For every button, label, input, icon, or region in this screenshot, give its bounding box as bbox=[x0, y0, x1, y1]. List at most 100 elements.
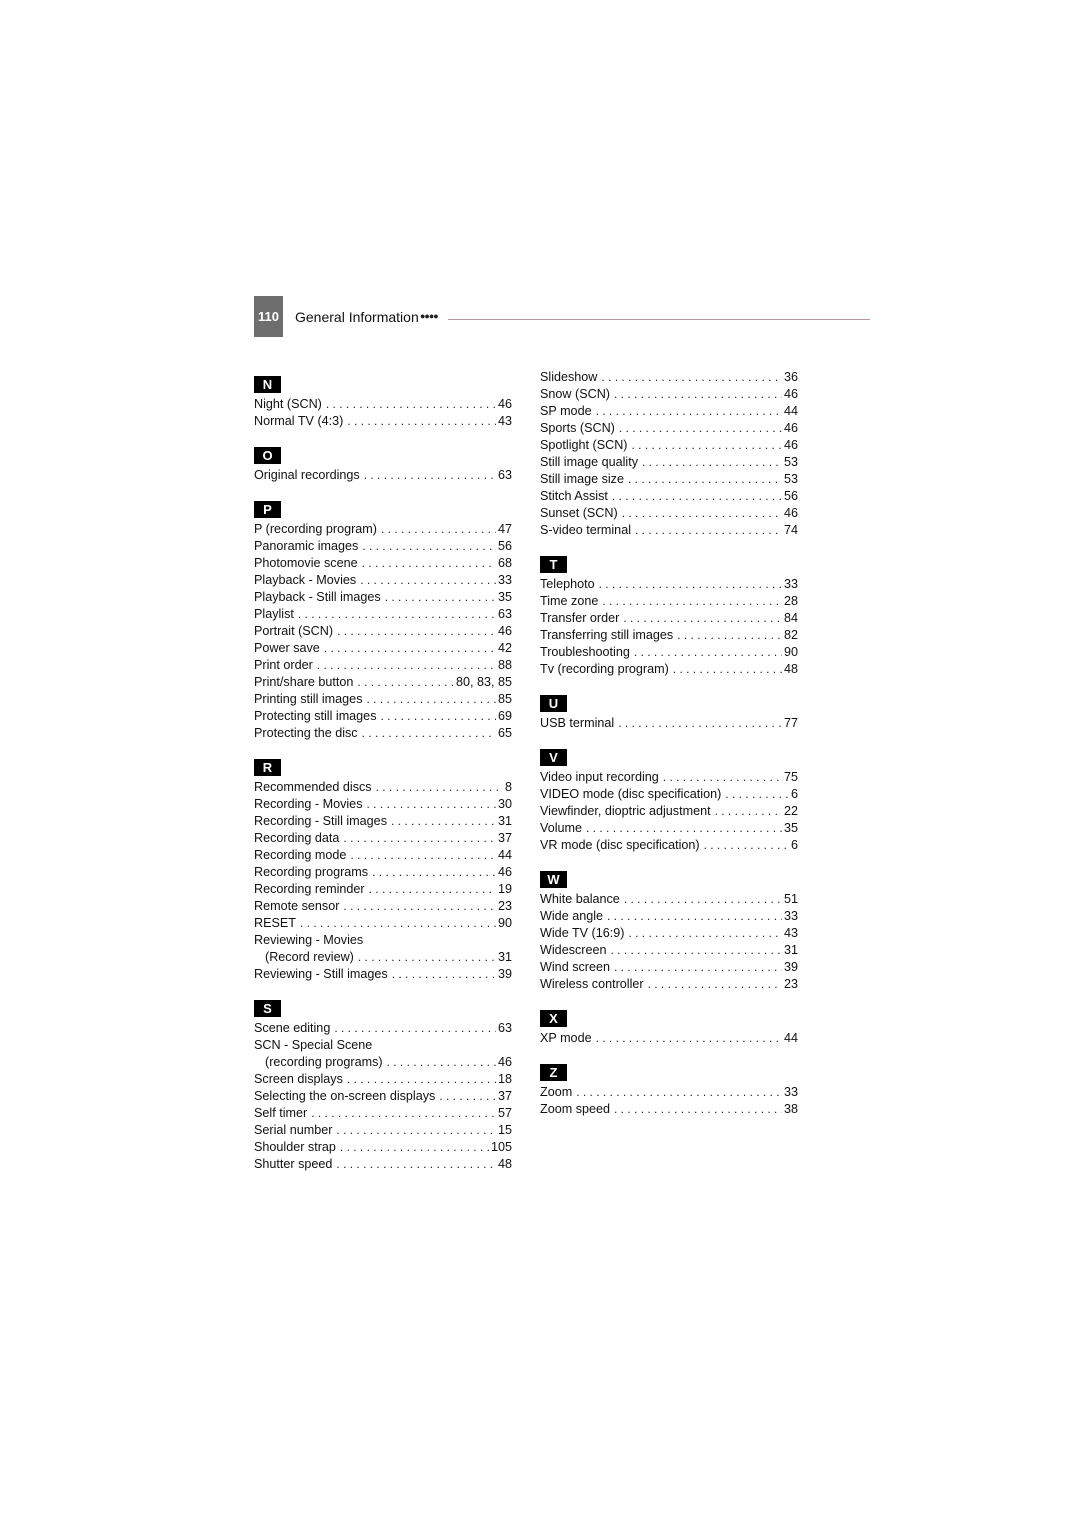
entry-page: 37 bbox=[497, 1089, 512, 1103]
entry-page: 53 bbox=[783, 455, 798, 469]
entry-label: XP mode bbox=[540, 1031, 592, 1045]
dot-leader bbox=[614, 959, 782, 976]
index-entry: Print order 88 bbox=[254, 657, 512, 674]
index-entry: Playback - Movies 33 bbox=[254, 572, 512, 589]
index-entry: Still image size 53 bbox=[540, 471, 798, 488]
index-entry: Printing still images 85 bbox=[254, 691, 512, 708]
entry-page: 44 bbox=[783, 404, 798, 418]
entry-label: Original recordings bbox=[254, 468, 360, 482]
dot-leader bbox=[343, 830, 496, 847]
index-entry: Print/share button 80, 83, 85 bbox=[254, 674, 512, 691]
dot-leader bbox=[715, 803, 782, 820]
entry-label: Reviewing - Still images bbox=[254, 967, 388, 981]
entry-label: Volume bbox=[540, 821, 583, 835]
dot-leader bbox=[663, 769, 782, 786]
dot-leader bbox=[385, 589, 496, 606]
index-entry: Time zone 28 bbox=[540, 593, 798, 610]
entry-label: SP mode bbox=[540, 404, 592, 418]
entry-page: 6 bbox=[790, 787, 798, 801]
entry-label: Screen displays bbox=[254, 1072, 343, 1086]
letter-heading: V bbox=[540, 749, 567, 766]
index-group: TTelephoto33Time zone28Transfer order84T… bbox=[540, 556, 798, 678]
entry-page: 80, 83, 85 bbox=[455, 675, 512, 689]
index-entry: Wireless controller 23 bbox=[540, 976, 798, 993]
entry-label: Serial number bbox=[254, 1123, 333, 1137]
entry-label: (Record review) bbox=[265, 950, 354, 964]
entry-label: VIDEO mode (disc specification) bbox=[540, 787, 722, 801]
dots-ornament-icon: ●●●● bbox=[420, 311, 439, 321]
entry-page: 23 bbox=[497, 899, 512, 913]
dot-leader bbox=[300, 915, 496, 932]
entry-label: Wide TV (16:9) bbox=[540, 926, 625, 940]
entry-page: 15 bbox=[497, 1123, 512, 1137]
index-entry: Shutter speed 48 bbox=[254, 1156, 512, 1173]
entry-label: Selecting the on-screen displays bbox=[254, 1089, 436, 1103]
dot-leader bbox=[347, 1071, 496, 1088]
index-entry: Selecting the on-screen displays 37 bbox=[254, 1088, 512, 1105]
entry-label: Widescreen bbox=[540, 943, 607, 957]
index-group: P P (recording program) 47 Panoramic images… bbox=[254, 501, 512, 742]
entry-page: 36 bbox=[783, 370, 798, 384]
letter-heading: O bbox=[254, 447, 281, 464]
entry-page: 33 bbox=[783, 1085, 798, 1099]
entry-page: 48 bbox=[497, 1157, 512, 1171]
index-entry: Recording - Still images 31 bbox=[254, 813, 512, 830]
entry-page: 39 bbox=[783, 960, 798, 974]
dot-leader bbox=[360, 572, 496, 589]
letter-heading: X bbox=[540, 1010, 567, 1027]
entry-page: 51 bbox=[783, 892, 798, 906]
entry-label: Shutter speed bbox=[254, 1157, 333, 1171]
dot-leader bbox=[358, 949, 496, 966]
dot-leader bbox=[381, 708, 496, 725]
entry-label: Portrait (SCN) bbox=[254, 624, 334, 638]
entry-page: 33 bbox=[497, 573, 512, 587]
entry-label: (recording programs) bbox=[265, 1055, 383, 1069]
index-entry: Protecting still images 69 bbox=[254, 708, 512, 725]
entry-page: 75 bbox=[783, 770, 798, 784]
dot-leader bbox=[334, 1020, 496, 1037]
index-entry: Panoramic images 56 bbox=[254, 538, 512, 555]
dot-leader bbox=[614, 386, 782, 403]
letter-heading: R bbox=[254, 759, 281, 776]
dot-leader bbox=[326, 396, 496, 413]
index-entry: Portrait (SCN) 46 bbox=[254, 623, 512, 640]
entry-label: Slideshow bbox=[540, 370, 598, 384]
entry-label: Wind screen bbox=[540, 960, 610, 974]
dot-leader bbox=[324, 640, 496, 657]
dot-leader bbox=[673, 661, 782, 678]
entry-label: Playlist bbox=[254, 607, 294, 621]
dot-leader bbox=[601, 369, 782, 386]
dot-leader bbox=[725, 786, 789, 803]
index-entry: Spotlight (SCN) 46 bbox=[540, 437, 798, 454]
entry-label: Video input recording bbox=[540, 770, 659, 784]
dot-leader bbox=[362, 555, 496, 572]
dot-leader bbox=[311, 1105, 496, 1122]
letter-heading: W bbox=[540, 871, 567, 888]
dot-leader bbox=[602, 593, 782, 610]
entry-page: 23 bbox=[783, 977, 798, 991]
entry-page: 19 bbox=[497, 882, 512, 896]
dot-leader bbox=[586, 820, 782, 837]
entry-label: Protecting still images bbox=[254, 709, 377, 723]
index-entry: Screen displays 18 bbox=[254, 1071, 512, 1088]
entry-page: 63 bbox=[497, 468, 512, 482]
entry-page: 31 bbox=[497, 814, 512, 828]
letter-heading: P bbox=[254, 501, 281, 518]
entry-page: 88 bbox=[497, 658, 512, 672]
index-entry: Playlist 63 bbox=[254, 606, 512, 623]
dot-leader bbox=[612, 488, 782, 505]
index-entry: S-video terminal 74 bbox=[540, 522, 798, 539]
entry-label: Print order bbox=[254, 658, 313, 672]
dot-leader bbox=[369, 881, 496, 898]
entry-label: Recording reminder bbox=[254, 882, 365, 896]
dot-leader bbox=[634, 644, 782, 661]
entry-page: 90 bbox=[783, 645, 798, 659]
entry-page: 63 bbox=[497, 607, 512, 621]
dot-leader bbox=[350, 847, 496, 864]
index-entry: Tv (recording program) 48 bbox=[540, 661, 798, 678]
index-entry: Wide TV (16:9) 43 bbox=[540, 925, 798, 942]
entry-label: USB terminal bbox=[540, 716, 615, 730]
entry-label: Recording programs bbox=[254, 865, 369, 879]
index-entry: Troubleshooting 90 bbox=[540, 644, 798, 661]
entry-label: Recording mode bbox=[254, 848, 347, 862]
